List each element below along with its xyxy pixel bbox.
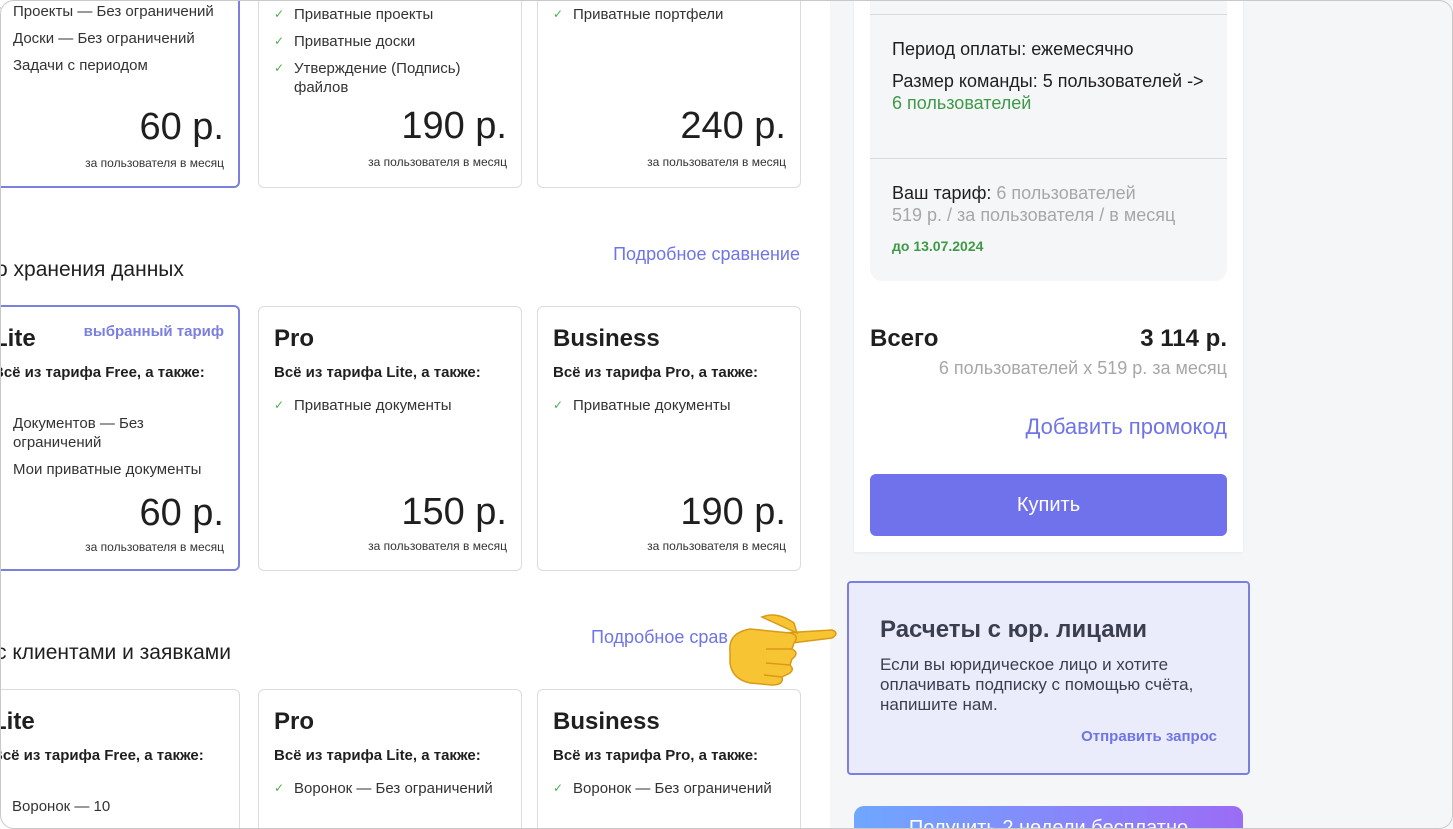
price-unit: за пользователя в месяц [647,155,786,169]
buy-button[interactable]: Купить [870,474,1227,536]
check-icon: ✓ [274,61,285,75]
plan-includes: Всё из тарифа Pro, а также: [553,747,759,764]
plans-column: ✓Проекты — Без ограничений ✓Доски — Без … [0,0,830,829]
price-unit: за пользователя в месяц [647,539,786,553]
check-icon: ✓ [0,460,3,479]
check-icon: ✓ [553,7,564,21]
current-tariff: Ваш тариф: 6 пользователей 519 р. / за п… [892,183,1176,225]
plan-card-business-storage[interactable]: Business Всё из тарифа Pro, а также: ✓ Пр… [537,306,801,571]
send-request-link[interactable]: Отправить запрос [1081,728,1217,745]
payment-period: Период оплаты: ежемесячно [892,39,1134,59]
section-title-clients: с клиентами и заявками [0,641,231,664]
order-summary: Период оплаты: ежемесячно Размер команды… [854,0,1243,552]
section-title-storage: о хранения данных [0,258,184,281]
check-icon: ✓ [274,781,285,795]
plan-card-business-projects[interactable]: ✓ Приватные портфели 240 р. за пользовате… [537,0,801,188]
order-details: Период оплаты: ежемесячно Размер команды… [870,0,1227,281]
plan-price: 60 р. [139,106,224,148]
plan-name: Business [553,325,660,352]
free-trial-button[interactable]: Получить 2 недели бесплатно [854,806,1243,829]
plan-price: 150 р. [401,491,507,533]
plan-includes: Всё из тарифа Free, а также: [0,364,205,381]
feature-item: ✓Мои приватные документы [0,460,233,479]
feature-item: ✓Проекты — Без ограничений [0,2,233,21]
total-label: Всего [870,325,939,352]
pointing-hand-icon [729,614,837,686]
check-icon: ✓ [0,29,3,48]
legal-entity-text: Если вы юридическое лицо и хотите оплачи… [880,655,1194,714]
feature-item: ✓ Приватные проекты [274,6,434,23]
plan-card-pro-projects[interactable]: ✓ Приватные проекты ✓ Приватные доски ✓ Утв… [258,0,522,188]
check-icon: ✓ [0,56,3,75]
price-unit: за пользователя в месяц [368,155,507,169]
plan-name: Lite [0,325,36,352]
plan-name: Business [553,708,660,735]
plan-includes: Всё из тарифа Lite, а также: [274,364,481,381]
price-unit: за пользователя в месяц [85,156,224,170]
feature-item: ✓Доски — Без ограничений [0,29,233,48]
legal-entity-title: Расчеты с юр. лицами [880,616,1148,643]
plan-includes: Всё из тарифа Free, а также: [0,747,204,764]
plan-price: 190 р. [401,105,507,147]
plan-card-pro-storage[interactable]: Pro Всё из тарифа Lite, а также: ✓ Приват… [258,306,522,571]
check-icon: ✓ [0,414,3,433]
check-icon: ✓ [274,7,285,21]
plan-name: Lite [0,708,35,735]
selected-tariff-badge: выбранный тариф [83,323,224,340]
plan-price: 190 р. [680,491,786,533]
valid-until: до 13.07.2024 [892,238,984,254]
feature-item: ✓ Приватные доски [274,33,416,50]
plan-card-lite-projects[interactable]: ✓Проекты — Без ограничений ✓Доски — Без … [0,0,240,188]
check-icon: ✓ [553,398,564,412]
plan-includes: Всё из тарифа Pro, а также: [553,364,759,381]
feature-item: ✓ Воронок — Без ограничений [553,780,772,797]
plan-name: Pro [274,325,315,352]
price-unit: за пользователя в месяц [368,539,507,553]
plan-includes: Всё из тарифа Lite, а также: [274,747,481,764]
plan-name: Pro [274,708,315,735]
divider [870,158,1227,159]
price-unit: за пользователя в месяц [85,540,224,554]
team-size: Размер команды: 5 пользователей -> 6 пол… [892,71,1204,113]
plan-card-lite-clients[interactable]: Lite Всё из тарифа Free, а также: ✓Ворон… [0,689,240,829]
compare-link-storage[interactable]: Подробное сравнение [613,244,800,265]
check-icon: ✓ [0,797,2,816]
plan-price: 240 р. [680,105,786,147]
check-icon: ✓ [0,2,3,21]
feature-item: ✓Документов — Без ограничений [0,414,233,452]
compare-link-clients[interactable]: Подробное срав [591,627,728,648]
total-detail: 6 пользователей х 519 р. за месяц [938,358,1227,378]
feature-item: ✓ Утверждение (Подпись) файлов [274,60,461,96]
check-icon: ✓ [274,398,285,412]
order-sidebar: Период оплаты: ежемесячно Размер команды… [830,0,1453,829]
feature-item: ✓Задачи с периодом [0,56,233,75]
feature-item: ✓ Приватные портфели [553,6,724,23]
legal-entity-box: Расчеты с юр. лицами Если вы юридическое… [847,581,1250,775]
feature-item: ✓ Приватные документы [274,397,452,414]
check-icon: ✓ [274,34,285,48]
feature-item: ✓Воронок — 10 [0,797,232,816]
add-promocode-link[interactable]: Добавить промокод [1025,414,1227,440]
plan-price: 60 р. [139,492,224,534]
total-value: 3 114 р. [1140,325,1227,352]
plan-card-business-clients[interactable]: Business Всё из тарифа Pro, а также: ✓ Во… [537,689,801,829]
plan-card-pro-clients[interactable]: Pro Всё из тарифа Lite, а также: ✓ Вороно… [258,689,522,829]
plan-card-lite-storage[interactable]: Lite выбранный тариф Всё из тарифа Free,… [0,305,240,571]
check-icon: ✓ [553,781,564,795]
feature-item: ✓ Приватные документы [553,397,731,414]
feature-item: ✓ Воронок — Без ограничений [274,780,493,797]
divider [870,14,1227,15]
